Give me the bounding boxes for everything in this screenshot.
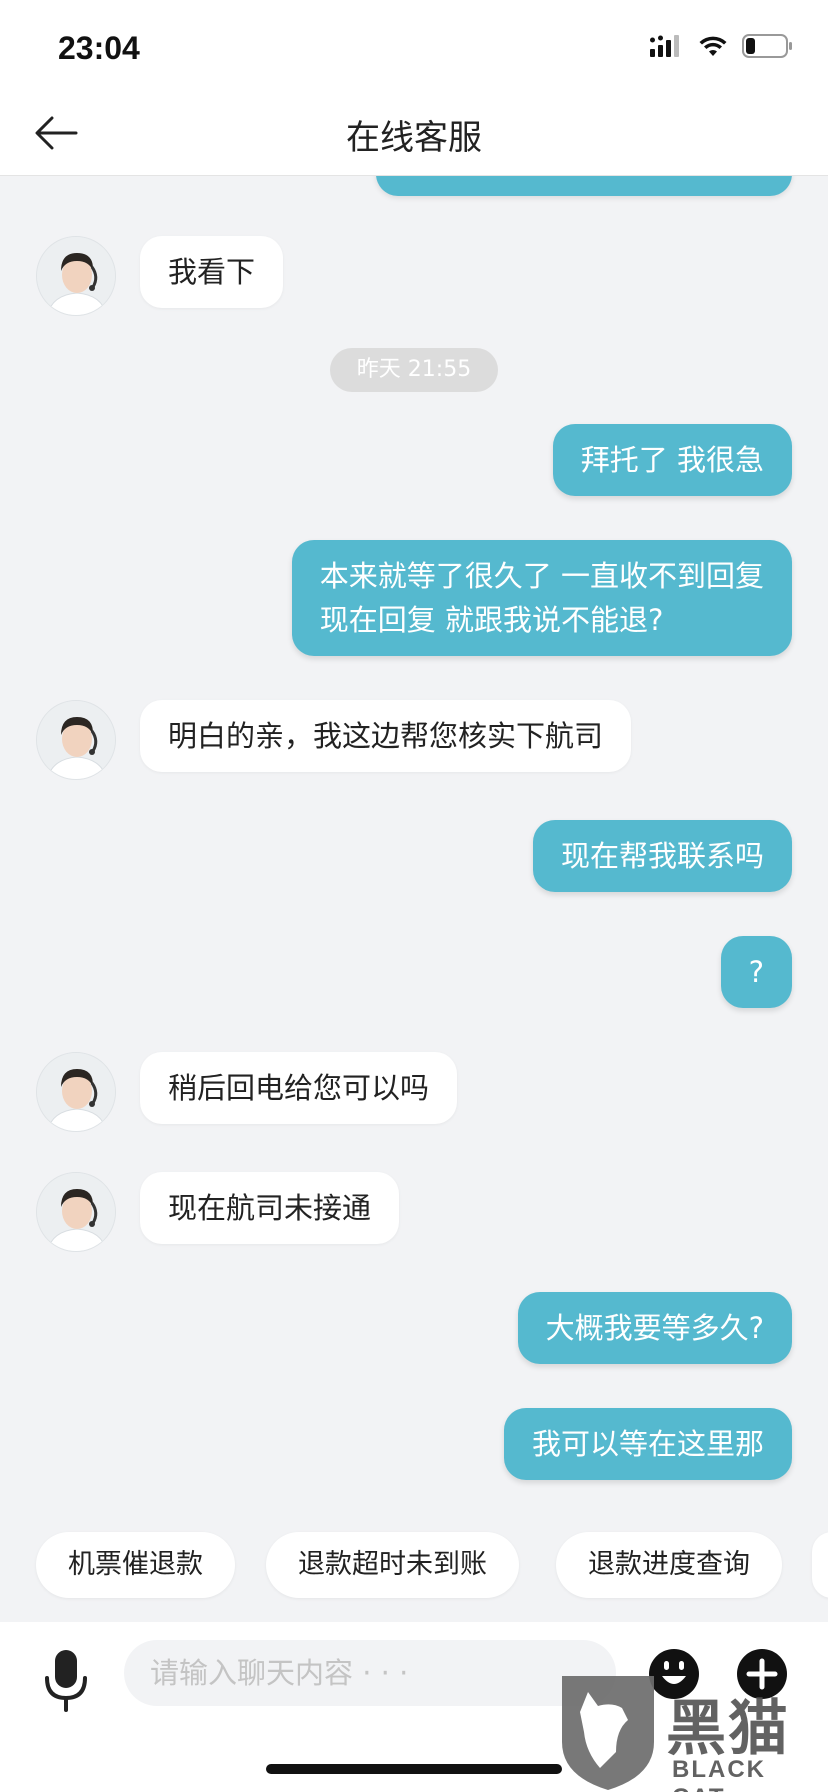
agent-avatar-image xyxy=(37,1173,115,1251)
cellular-signal-icon xyxy=(650,35,679,57)
status-time: 23:04 xyxy=(58,30,140,66)
agent-avatar[interactable] xyxy=(36,236,116,316)
message-bubble-incoming: 现在航司未接通 xyxy=(140,1172,400,1244)
agent-avatar-image xyxy=(37,701,115,779)
message-timestamp: 昨天 21:55 xyxy=(330,348,498,392)
cat-logo-icon xyxy=(562,1676,654,1790)
agent-avatar[interactable] xyxy=(36,1052,116,1132)
watermark-text-cn: 黑猫 xyxy=(666,1694,790,1764)
agent-avatar-image xyxy=(37,237,115,315)
message-bubble-outgoing: 我可以等在这里那 xyxy=(503,1408,792,1480)
microphone-icon xyxy=(45,1650,87,1712)
message-bubble-outgoing: 大概我要等多久? xyxy=(517,1292,792,1364)
watermark: 黑猫 BLACK CAT xyxy=(556,1672,828,1792)
message-bubble-incoming: 稍后回电给您可以吗 xyxy=(140,1052,458,1124)
voice-button[interactable] xyxy=(40,1648,92,1712)
page-title: 在线客服 xyxy=(346,118,482,158)
agent-avatar[interactable] xyxy=(36,1172,116,1252)
message-bubble-outgoing: 现在帮我联系吗 xyxy=(532,820,792,892)
chat-input[interactable] xyxy=(124,1640,616,1706)
nav-bar: 在线客服 xyxy=(0,90,828,176)
message-bubble-incoming: 明白的亲，我这边帮您核实下航司 xyxy=(140,700,632,772)
message-bubble-incoming: 我看下 xyxy=(140,236,284,308)
quick-reply-chip-partial[interactable] xyxy=(812,1532,828,1598)
quick-reply-chip[interactable]: 退款进度查询 xyxy=(556,1532,782,1598)
message-bubble-outgoing: 拜托了 我很急 xyxy=(552,424,792,496)
status-icons xyxy=(650,34,794,58)
agent-avatar[interactable] xyxy=(36,700,116,780)
quick-reply-chip[interactable]: 退款超时未到账 xyxy=(266,1532,519,1598)
watermark-text-en: BLACK CAT xyxy=(672,1756,766,1792)
quick-reply-chip[interactable]: 机票催退款 xyxy=(36,1532,235,1598)
quick-reply-bar: 机票催退款 退款超时未到账 退款进度查询 xyxy=(0,1532,828,1604)
message-bubble-outgoing: ? xyxy=(720,936,792,1008)
wifi-icon xyxy=(699,36,727,56)
status-bar: 23:04 xyxy=(0,0,828,90)
battery-icon xyxy=(742,34,792,58)
home-indicator[interactable] xyxy=(266,1764,562,1774)
chat-message-list[interactable]: 我看下 昨天 21:55 拜托了 我很急 本来就等了很久了 一直收不到回复 现在… xyxy=(0,176,828,1520)
message-bubble-outgoing-partial xyxy=(376,176,792,196)
message-bubble-outgoing: 本来就等了很久了 一直收不到回复 现在回复 就跟我说不能退? xyxy=(291,540,792,656)
agent-avatar-image xyxy=(37,1053,115,1131)
